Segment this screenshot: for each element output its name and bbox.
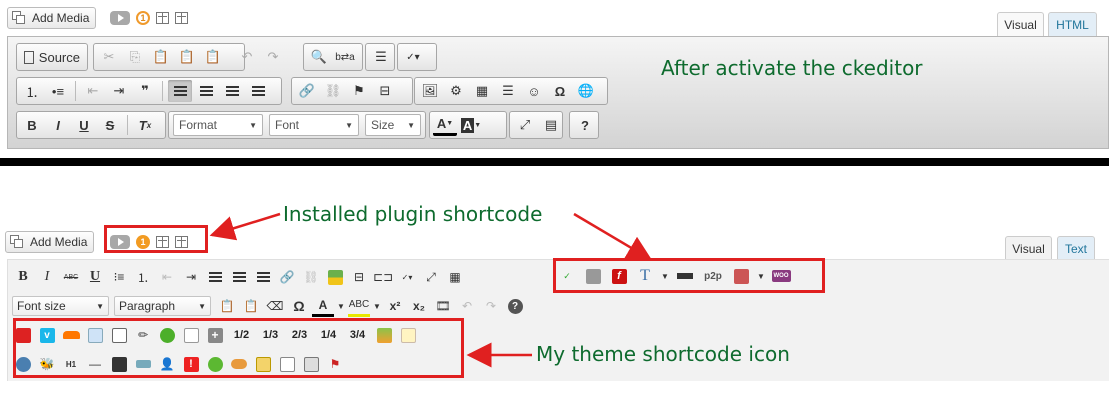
- arrow-to-plugin-shortcode: [209, 212, 281, 241]
- arrow-to-plugin-icons: [573, 212, 653, 261]
- annotation-arrows: [209, 212, 653, 368]
